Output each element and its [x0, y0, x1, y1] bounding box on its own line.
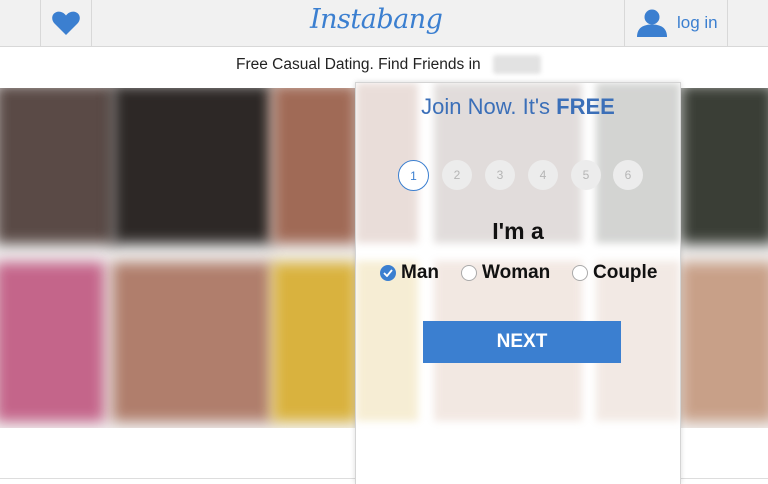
step-5: 5 [571, 160, 601, 190]
step-6: 6 [613, 160, 643, 190]
profile-photo [680, 88, 768, 244]
user-icon [637, 9, 667, 37]
option-woman[interactable]: Woman [461, 262, 550, 284]
radio-man[interactable] [380, 265, 396, 281]
city-placeholder [493, 55, 541, 74]
profile-photo [272, 262, 358, 422]
profile-photo [680, 262, 768, 422]
gender-question: I'm a [492, 218, 544, 244]
next-button[interactable]: NEXT [423, 321, 621, 363]
modal-title-prefix: Join Now. It's [421, 94, 551, 119]
option-man[interactable]: Man [380, 262, 439, 284]
step-4: 4 [528, 160, 558, 190]
modal-background-photos [356, 83, 680, 423]
modal-title: Join Now. It's FREE [356, 94, 680, 120]
top-navbar: Instabang log in [0, 0, 768, 47]
profile-photo [0, 262, 105, 422]
profile-photo [112, 88, 272, 244]
login-button[interactable]: log in [624, 0, 728, 46]
login-label: log in [677, 13, 718, 32]
step-indicator: 1 2 3 4 5 6 [398, 160, 648, 192]
option-woman-label: Woman [482, 262, 551, 283]
profile-photo [0, 88, 115, 244]
radio-woman[interactable] [461, 265, 477, 281]
modal-title-emphasis: FREE [556, 94, 615, 119]
tagline-text: Free Casual Dating. Find Friends in [236, 56, 481, 73]
signup-modal: Join Now. It's FREE 1 2 3 4 5 6 I'm a Ma… [355, 82, 681, 484]
heart-icon [52, 11, 80, 35]
profile-photo [112, 262, 272, 422]
step-1: 1 [398, 160, 429, 191]
step-2: 2 [442, 160, 472, 190]
step-3: 3 [485, 160, 515, 190]
option-couple[interactable]: Couple [572, 262, 657, 284]
site-logo[interactable]: Instabang [310, 4, 443, 35]
favorites-button[interactable] [40, 0, 92, 46]
check-icon [383, 269, 393, 277]
option-couple-label: Couple [593, 262, 658, 283]
radio-couple[interactable] [572, 265, 588, 281]
option-man-label: Man [401, 262, 439, 283]
profile-photo [272, 88, 358, 244]
